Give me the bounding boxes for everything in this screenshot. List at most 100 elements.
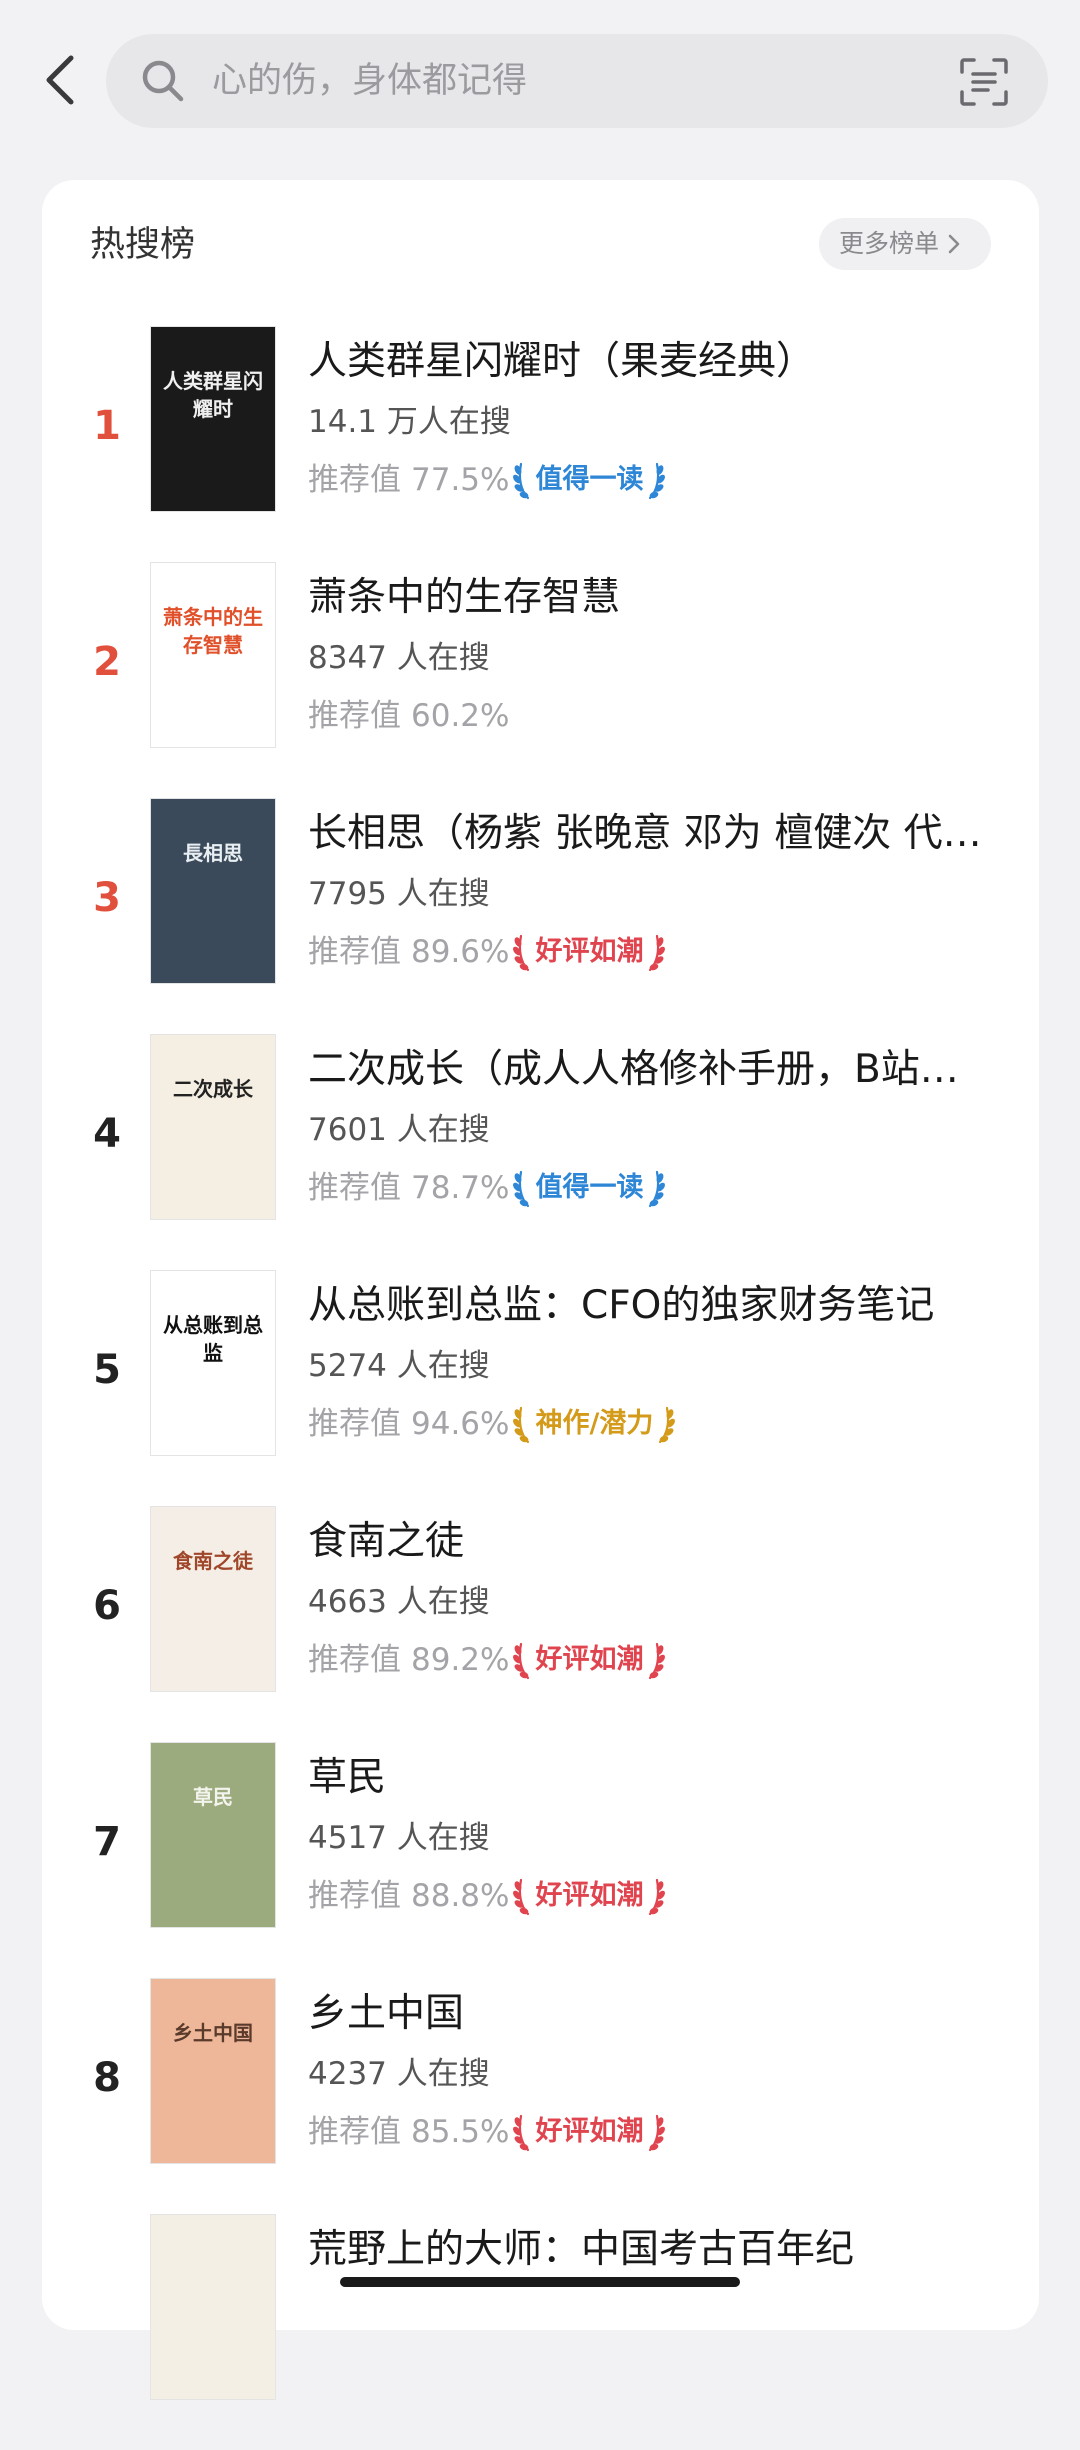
rating-badge: 好评如潮 bbox=[513, 2108, 666, 2156]
book-title[interactable]: 草民 bbox=[308, 1750, 1008, 1806]
search-count: 8347 人在搜 bbox=[308, 640, 490, 676]
book-row[interactable]: 4 二次成长 二次成长（成人人格修补手册，B站… 7601 人在搜推荐值 78.7% 值得… bbox=[42, 1034, 1039, 1270]
recommendation: 推荐值 89.2% 好评如潮 bbox=[308, 1636, 666, 1684]
recommendation-value: 77.5% bbox=[411, 462, 510, 498]
search-count: 5274 人在搜 bbox=[308, 1348, 490, 1384]
book-title[interactable]: 乡土中国 bbox=[308, 1986, 1008, 2042]
rank-number: 5 bbox=[93, 1347, 121, 1393]
rank-number: 7 bbox=[93, 1819, 121, 1865]
recommendation-label: 推荐值 bbox=[308, 698, 401, 734]
search-icon bbox=[142, 60, 184, 102]
cover-title: 長相思 bbox=[183, 841, 243, 865]
recommendation: 推荐值 78.7% 值得一读 bbox=[308, 1164, 666, 1212]
badge-label: 好评如潮 bbox=[535, 1880, 644, 1911]
book-row[interactable]: 5 从总账到总监 从总账到总监：CFO的独家财务笔记 5274 人在搜 推荐值 94.6%… bbox=[42, 1270, 1039, 1506]
recommendation-value: 60.2% bbox=[411, 698, 510, 734]
laurel-icon bbox=[513, 1170, 530, 1208]
laurel-icon bbox=[649, 934, 666, 972]
recommendation-label: 推荐值 bbox=[308, 1170, 401, 1206]
badge-label: 神作/潜力 bbox=[535, 1408, 654, 1439]
search-count: 4517 人在搜 bbox=[308, 1820, 490, 1856]
search-input[interactable]: 心的伤，身体都记得 bbox=[106, 34, 1048, 128]
rank-number: 8 bbox=[93, 2055, 121, 2101]
rating-badge: 神作/潜力 bbox=[513, 1400, 676, 1448]
cover-title: 从总账到总监 bbox=[163, 1313, 263, 1365]
cover-title: 乡土中国 bbox=[173, 2021, 253, 2045]
chevron-left-icon bbox=[46, 55, 74, 105]
book-row[interactable]: 7 草民 草民 4517 人在搜 推荐值 88.8% 好评如潮 bbox=[42, 1742, 1039, 1978]
rank-number: 3 bbox=[93, 875, 121, 921]
recommendation-label: 推荐值 bbox=[308, 1642, 401, 1678]
home-indicator bbox=[340, 2277, 740, 2287]
rating-badge: 好评如潮 bbox=[513, 1636, 666, 1684]
book-row[interactable]: 3 長相思 长相思（杨紫 张晚意 邓为 檀健次 代… 7795 人在搜推荐值 89.6%… bbox=[42, 798, 1039, 1034]
book-row[interactable]: 8 乡土中国 乡土中国 4237 人在搜 推荐值 85.5% 好评如潮 bbox=[42, 1978, 1039, 2214]
book-title[interactable]: 长相思（杨紫 张晚意 邓为 檀健次 代… bbox=[308, 806, 1008, 862]
book-cover[interactable]: 人类群星闪耀时 bbox=[150, 326, 276, 512]
badge-label: 好评如潮 bbox=[535, 2116, 644, 2147]
search-count: 7601 人在搜 bbox=[308, 1112, 490, 1148]
laurel-icon bbox=[513, 1642, 530, 1680]
top-bar: 心的伤，身体都记得 bbox=[0, 0, 1080, 160]
rating-badge: 值得一读 bbox=[513, 1164, 666, 1212]
search-count: 14.1 万人在搜 bbox=[308, 404, 511, 440]
rating-badge: 值得一读 bbox=[513, 456, 666, 504]
laurel-icon bbox=[513, 462, 530, 500]
cover-title: 草民 bbox=[193, 1785, 233, 1809]
book-row[interactable]: 6 食南之徒 食南之徒 4663 人在搜 推荐值 89.2% 好评如潮 bbox=[42, 1506, 1039, 1742]
book-cover[interactable]: 从总账到总监 bbox=[150, 1270, 276, 1456]
search-count: 4663 人在搜 bbox=[308, 1584, 490, 1620]
book-title[interactable]: 荒野上的大师：中国考古百年纪 bbox=[308, 2222, 1008, 2278]
recommendation: 推荐值 60.2% bbox=[308, 692, 509, 740]
ranking-list: 1 人类群星闪耀时 人类群星闪耀时（果麦经典） 14.1 万人在搜 推荐值 77.5% 值得… bbox=[42, 180, 1039, 2400]
cover-title: 二次成长 bbox=[173, 1077, 253, 1101]
recommendation-label: 推荐值 bbox=[308, 934, 401, 970]
rating-badge: 好评如潮 bbox=[513, 928, 666, 976]
laurel-icon bbox=[513, 934, 530, 972]
recommendation-value: 94.6% bbox=[411, 1406, 510, 1442]
cover-title: 食南之徒 bbox=[173, 1549, 253, 1573]
rank-number: 6 bbox=[93, 1583, 121, 1629]
book-title[interactable]: 二次成长（成人人格修补手册，B站… bbox=[308, 1042, 1008, 1098]
book-cover[interactable]: 食南之徒 bbox=[150, 1506, 276, 1692]
book-row[interactable]: 荒野上的大师：中国考古百年纪 bbox=[42, 2214, 1039, 2450]
laurel-icon bbox=[513, 2114, 530, 2152]
book-title[interactable]: 从总账到总监：CFO的独家财务笔记 bbox=[308, 1278, 1008, 1334]
recommendation: 推荐值 88.8% 好评如潮 bbox=[308, 1872, 666, 1920]
cover-title: 萧条中的生存智慧 bbox=[163, 605, 263, 657]
book-title[interactable]: 萧条中的生存智慧 bbox=[308, 570, 1008, 626]
laurel-icon bbox=[649, 2114, 666, 2152]
recommendation-label: 推荐值 bbox=[308, 462, 401, 498]
laurel-icon bbox=[513, 1406, 530, 1444]
recommendation bbox=[308, 2344, 318, 2392]
book-cover[interactable]: 萧条中的生存智慧 bbox=[150, 562, 276, 748]
scan-icon[interactable] bbox=[958, 56, 1010, 108]
back-button[interactable] bbox=[38, 52, 82, 108]
book-cover[interactable] bbox=[150, 2214, 276, 2400]
book-cover[interactable]: 二次成长 bbox=[150, 1034, 276, 1220]
search-placeholder: 心的伤，身体都记得 bbox=[212, 61, 528, 101]
badge-label: 值得一读 bbox=[535, 464, 644, 495]
laurel-icon bbox=[649, 1170, 666, 1208]
book-row[interactable]: 1 人类群星闪耀时 人类群星闪耀时（果麦经典） 14.1 万人在搜 推荐值 77.5% 值得… bbox=[42, 326, 1039, 562]
recommendation-label: 推荐值 bbox=[308, 1878, 401, 1914]
rank-number: 4 bbox=[93, 1111, 121, 1157]
recommendation-value: 85.5% bbox=[411, 2114, 510, 2150]
book-title[interactable]: 人类群星闪耀时（果麦经典） bbox=[308, 334, 1008, 390]
book-cover[interactable]: 乡土中国 bbox=[150, 1978, 276, 2164]
badge-label: 好评如潮 bbox=[535, 1644, 644, 1675]
recommendation: 推荐值 94.6% 神作/潜力 bbox=[308, 1400, 676, 1448]
recommendation-value: 89.2% bbox=[411, 1642, 510, 1678]
laurel-icon bbox=[649, 1878, 666, 1916]
recommendation: 推荐值 89.6% 好评如潮 bbox=[308, 928, 666, 976]
recommendation-value: 88.8% bbox=[411, 1878, 510, 1914]
search-count: 7795 人在搜 bbox=[308, 876, 490, 912]
book-title[interactable]: 食南之徒 bbox=[308, 1514, 1008, 1570]
cover-title: 人类群星闪耀时 bbox=[163, 369, 263, 421]
laurel-icon bbox=[513, 1878, 530, 1916]
book-cover[interactable]: 長相思 bbox=[150, 798, 276, 984]
search-count: 4237 人在搜 bbox=[308, 2056, 490, 2092]
recommendation: 推荐值 85.5% 好评如潮 bbox=[308, 2108, 666, 2156]
book-row[interactable]: 2 萧条中的生存智慧 萧条中的生存智慧 8347 人在搜 推荐值 60.2% bbox=[42, 562, 1039, 798]
book-cover[interactable]: 草民 bbox=[150, 1742, 276, 1928]
